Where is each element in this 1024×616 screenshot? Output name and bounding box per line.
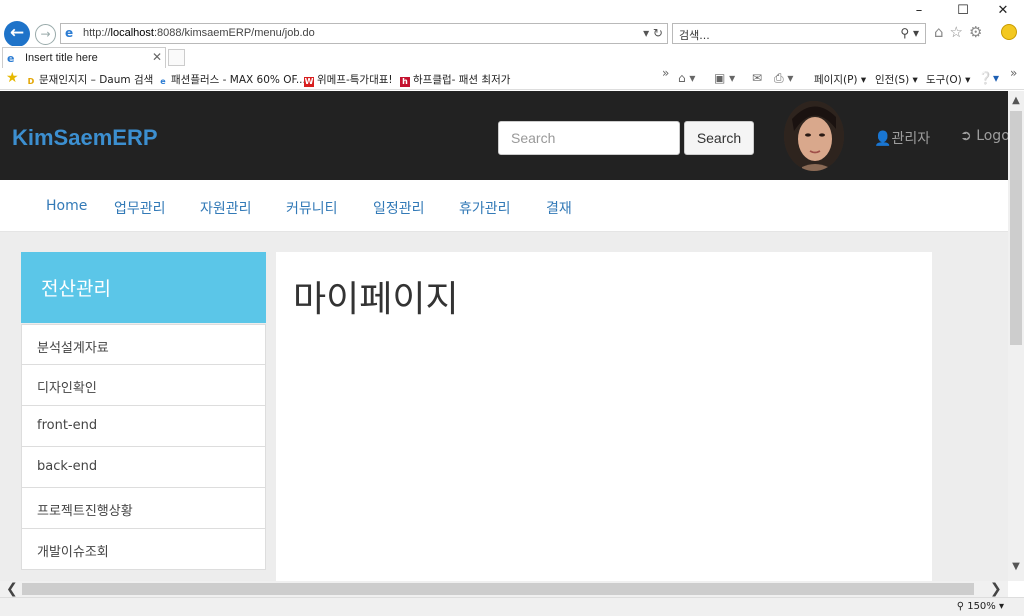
ie-icon: e	[7, 52, 15, 65]
sidebar-item-frontend[interactable]: front-end	[21, 406, 266, 447]
brand-logo[interactable]: KimSaemERP	[12, 125, 158, 151]
user-icon: 👤	[874, 131, 892, 147]
logout-icon: ➲	[960, 128, 972, 144]
sidebar-item-design[interactable]: 디자인확인	[21, 365, 266, 406]
sidebar-item-issues[interactable]: 개발이슈조회	[21, 529, 266, 570]
url-field[interactable]: e http://localhost:8088/kimsaemERP/menu/…	[60, 23, 668, 44]
favorite-item[interactable]: e 패션플러스 - MAX 60% OF...	[158, 72, 306, 87]
close-icon[interactable]: ✕	[152, 50, 162, 64]
browser-toolbar-icons: ⌂☆⚙	[934, 23, 988, 41]
content-panel: 마이페이지	[276, 252, 932, 581]
vertical-scrollbar[interactable]: ▲ ▼	[1008, 91, 1024, 581]
browser-search-field[interactable]: 검색... ⚲ ▾	[672, 23, 926, 44]
search-button[interactable]: Search	[684, 121, 754, 155]
search-icon[interactable]: ⚲ ▾	[900, 26, 919, 40]
forward-button[interactable]: →	[35, 24, 56, 45]
horizontal-scrollbar[interactable]: ❮ ❯	[0, 581, 1008, 597]
main-nav: Home 업무관리 자원관리 커뮤니티 일정관리 휴가관리 결재	[0, 180, 1008, 232]
nav-item-vacation[interactable]: 휴가관리	[459, 198, 511, 218]
ie-icon: e	[160, 77, 166, 86]
favorites-bar: ★ D 문재인지지 – Daum 검색 e 패션플러스 - MAX 60% OF..…	[0, 66, 1024, 90]
tab-active[interactable]: e Insert title here ✕	[2, 47, 166, 68]
halfclub-icon: h	[400, 77, 410, 87]
rss-icon[interactable]: ▣ ▾	[714, 71, 735, 85]
sidebar-item-progress[interactable]: 프로젝트진행상황	[21, 488, 266, 529]
tab-title: Insert title here	[25, 52, 98, 64]
scroll-down-icon[interactable]: ▼	[1010, 561, 1022, 572]
app-header: KimSaemERP Search 👤관리자 ➲ Logout	[0, 91, 1008, 180]
maximize-button[interactable]: ☐	[948, 2, 978, 20]
tab-bar: e Insert title here ✕	[0, 46, 1024, 68]
page-viewport: KimSaemERP Search 👤관리자 ➲ Logout Home 업무관…	[0, 91, 1008, 581]
nav-item-resources[interactable]: 자원관리	[200, 198, 252, 218]
scroll-up-icon[interactable]: ▲	[1010, 95, 1022, 106]
favorite-item[interactable]: D 문재인지지 – Daum 검색	[26, 72, 154, 87]
mail-icon[interactable]: ✉	[752, 71, 762, 85]
avatar[interactable]	[784, 101, 844, 171]
status-bar: ⚲ 150% ▾	[0, 597, 1024, 616]
chevron-more-icon[interactable]: »	[1010, 66, 1017, 80]
smiley-icon[interactable]	[1001, 24, 1017, 40]
sidebar-item-analysis[interactable]: 분석설계자료	[21, 324, 266, 365]
ie-icon: e	[65, 26, 74, 40]
logout-link[interactable]: ➲ Logout	[960, 128, 1008, 144]
safety-menu[interactable]: 인전(S) ▾	[875, 72, 918, 87]
page-title: 마이페이지	[293, 279, 459, 320]
address-bar: ← → e http://localhost:8088/kimsaemERP/m…	[0, 20, 1024, 47]
window-titlebar: – ☐ ✕	[0, 0, 1024, 20]
back-button[interactable]: ←	[4, 21, 30, 47]
nav-item-community[interactable]: 커뮤니티	[286, 198, 338, 218]
nav-item-home[interactable]: Home	[46, 198, 87, 214]
star-icon[interactable]: ☆	[950, 23, 969, 41]
zoom-icon: ⚲	[956, 601, 965, 612]
vertical-scroll-thumb[interactable]	[1010, 111, 1022, 345]
search-input[interactable]	[498, 121, 680, 155]
user-link[interactable]: 👤관리자	[874, 128, 930, 148]
sidebar: 전산관리 분석설계자료 디자인확인 front-end back-end 프로젝…	[21, 252, 266, 570]
daum-icon: D	[27, 77, 35, 86]
print-icon[interactable]: ⎙ ▾	[774, 71, 793, 86]
home-icon[interactable]: ⌂	[934, 23, 950, 41]
scroll-right-icon[interactable]: ❯	[990, 581, 1002, 597]
sidebar-title: 전산관리	[21, 252, 266, 323]
nav-item-work[interactable]: 업무관리	[114, 198, 166, 218]
url-text: http://localhost:8088/kimsaemERP/menu/jo…	[83, 27, 315, 39]
favorites-star-icon[interactable]: ★	[6, 70, 19, 86]
favorite-item[interactable]: W 위메프-특가대표!	[304, 72, 393, 87]
zoom-control[interactable]: ⚲ 150% ▾	[957, 601, 1004, 612]
minimize-button[interactable]: –	[904, 2, 934, 20]
horizontal-scroll-thumb[interactable]	[22, 583, 974, 595]
new-tab-button[interactable]	[168, 49, 185, 66]
refresh-icon[interactable]: ▾ ↻	[643, 26, 663, 40]
favorite-item[interactable]: h 하프클럽- 패션 최저가	[400, 72, 510, 87]
arrow-right-icon: →	[40, 27, 51, 41]
chevron-more-icon[interactable]: »	[662, 66, 669, 80]
arrow-left-icon: ←	[9, 23, 25, 43]
close-window-button[interactable]: ✕	[988, 2, 1018, 20]
gear-icon[interactable]: ⚙	[969, 23, 988, 41]
wemakeprice-icon: W	[304, 77, 314, 87]
browser-search-placeholder: 검색...	[679, 29, 710, 42]
sidebar-item-backend[interactable]: back-end	[21, 447, 266, 488]
page-menu[interactable]: 페이지(P) ▾	[814, 72, 866, 87]
tools-menu[interactable]: 도구(O) ▾	[926, 72, 970, 87]
scroll-left-icon[interactable]: ❮	[6, 581, 18, 597]
nav-item-approval[interactable]: 결재	[546, 198, 572, 218]
help-icon[interactable]: ❔▾	[978, 71, 999, 85]
nav-item-schedule[interactable]: 일정관리	[373, 198, 425, 218]
home-icon[interactable]: ⌂ ▾	[678, 71, 695, 85]
